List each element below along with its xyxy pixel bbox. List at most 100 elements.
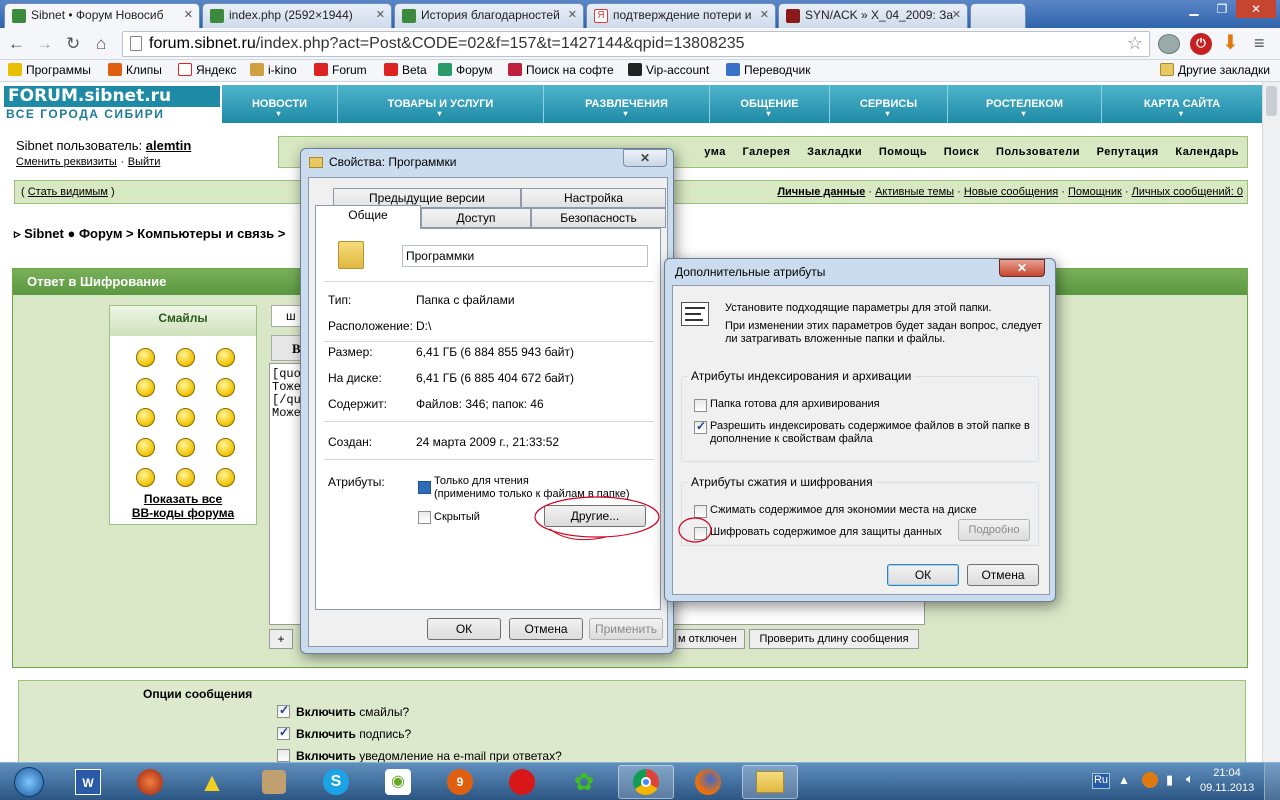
option-email[interactable]: Включить уведомление на e-mail при ответ… — [277, 749, 562, 762]
logout-link[interactable]: Выйти — [128, 156, 161, 168]
close-tab-icon[interactable]: ✕ — [952, 8, 961, 21]
menu-users[interactable]: Пользователи — [996, 146, 1080, 158]
signature-checkbox[interactable] — [277, 725, 290, 740]
browser-tab-5[interactable]: SYN/ACK » X_04_2009: За ✕ — [778, 3, 968, 28]
folder-name-input[interactable]: Программки — [402, 245, 648, 267]
smiley-icon[interactable] — [136, 468, 155, 487]
email-checkbox[interactable] — [277, 749, 290, 762]
new-messages-link[interactable]: Новые сообщения — [964, 186, 1058, 198]
back-icon[interactable]: ← — [8, 34, 25, 54]
browser-tab-3[interactable]: История благодарностей ✕ — [394, 3, 584, 28]
smiley-icon[interactable] — [176, 468, 195, 487]
advanced-ok-button[interactable]: ОК — [887, 564, 959, 586]
smiley-icon[interactable] — [216, 348, 235, 367]
adblock-icon[interactable]: ⏻ — [1190, 33, 1212, 55]
download-icon[interactable]: ⬇ — [1222, 30, 1239, 55]
bookmark-programs[interactable]: Программы — [8, 63, 91, 77]
clock[interactable]: 21:04 09.11.2013 — [1200, 766, 1254, 796]
compress-label[interactable]: Сжимать содержимое для экономии места на… — [710, 504, 977, 516]
bookmark-soft-search[interactable]: Поиск на софте — [508, 63, 614, 77]
close-tab-icon[interactable]: ✕ — [184, 8, 193, 21]
new-tab-button[interactable] — [970, 3, 1026, 28]
smiley-icon[interactable] — [136, 438, 155, 457]
nav-community[interactable]: ОБЩЕНИЕ — [710, 85, 830, 123]
properties-close-icon[interactable]: ✕ — [623, 149, 667, 167]
site-logo[interactable]: FORUM.sibnet.ru ВСЕ ГОРОДА СИБИРИ — [4, 86, 220, 126]
browser-tab-1[interactable]: Sibnet • Форум Новосиб ✕ — [4, 3, 200, 28]
page-scrollbar[interactable] — [1262, 82, 1280, 762]
advanced-close-icon[interactable]: ✕ — [999, 259, 1045, 277]
check-length-button[interactable]: Проверить длину сообщения — [749, 629, 919, 649]
private-messages-link[interactable]: Личных сообщений: 0 — [1132, 186, 1243, 198]
index-checkbox[interactable] — [694, 419, 707, 434]
smiley-icon[interactable] — [176, 378, 195, 397]
crumb-forum[interactable]: Форум — [79, 226, 122, 241]
bookmark-yandex[interactable]: Яндекс — [178, 63, 236, 77]
taskbar-wifi-app[interactable]: ◉ — [370, 765, 426, 799]
properties-apply-button[interactable]: Применить — [589, 618, 663, 640]
forward-icon[interactable]: → — [36, 34, 53, 54]
bookmark-clips[interactable]: Клипы — [108, 63, 162, 77]
menu-help[interactable]: Помощь — [879, 146, 927, 158]
smiley-icon[interactable] — [176, 348, 195, 367]
assistant-link[interactable]: Помощник — [1068, 186, 1122, 198]
tray-app-icon[interactable] — [1142, 772, 1158, 788]
tab-sharing[interactable]: Доступ — [421, 208, 531, 228]
minimize-icon[interactable]: ▁ — [1180, 0, 1208, 18]
taskbar-app3[interactable]: ▲ — [184, 765, 240, 799]
show-desktop-button[interactable] — [1264, 763, 1280, 800]
menu-icon[interactable]: ≡ — [1254, 33, 1265, 54]
smiley-icon[interactable] — [216, 468, 235, 487]
other-bookmarks[interactable]: Другие закладки — [1160, 63, 1270, 77]
browser-tab-2[interactable]: index.php (2592×1944) ✕ — [202, 3, 392, 28]
taskbar-app9[interactable]: 9 — [432, 765, 488, 799]
taskbar-app4[interactable] — [246, 765, 302, 799]
nav-goods[interactable]: ТОВАРЫ И УСЛУГИ — [338, 85, 544, 123]
network-icon[interactable]: ▮ — [1166, 772, 1173, 788]
nav-services[interactable]: СЕРВИСЫ — [830, 85, 948, 123]
browser-tab-4[interactable]: Яподтверждение потери и ✕ — [586, 3, 776, 28]
hidden-label[interactable]: Скрытый — [434, 511, 480, 523]
menu-calendar[interactable]: Календарь — [1175, 146, 1239, 158]
index-label[interactable]: Разрешить индексировать содержимое файло… — [710, 420, 1036, 446]
smiley-icon[interactable] — [216, 378, 235, 397]
counter-disabled-button[interactable]: м отключен — [675, 629, 745, 649]
restore-icon[interactable]: ❐ — [1208, 0, 1236, 18]
change-details-link[interactable]: Сменить реквизиты — [16, 156, 117, 168]
tab-general[interactable]: Общие — [315, 205, 421, 229]
tray-arrow-icon[interactable]: ▲ — [1118, 773, 1130, 787]
smiley-icon[interactable] — [176, 438, 195, 457]
start-button[interactable] — [2, 765, 56, 799]
smilies-checkbox[interactable] — [277, 703, 290, 718]
nav-entertainment[interactable]: РАЗВЛЕЧЕНИЯ — [544, 85, 710, 123]
taskbar-chrome[interactable] — [618, 765, 674, 799]
home-icon[interactable]: ⌂ — [96, 34, 106, 54]
properties-ok-button[interactable]: ОК — [427, 618, 501, 640]
nav-rostelecom[interactable]: РОСТЕЛЕКОМ — [948, 85, 1102, 123]
hidden-checkbox[interactable] — [418, 511, 431, 524]
taskbar-explorer[interactable] — [742, 765, 798, 799]
smiley-icon[interactable] — [216, 438, 235, 457]
option-signature[interactable]: Включить подпись? — [277, 725, 411, 741]
menu-search[interactable]: Поиск — [944, 146, 980, 158]
active-topics-link[interactable]: Активные темы — [875, 186, 954, 198]
bookmark-ikino[interactable]: i-kino — [250, 63, 297, 77]
taskbar-icq[interactable]: ✿ — [556, 765, 612, 799]
window-close-icon[interactable]: ✕ — [1236, 0, 1276, 18]
properties-cancel-button[interactable]: Отмена — [509, 618, 583, 640]
username-link[interactable]: alemtin — [146, 138, 192, 153]
close-tab-icon[interactable]: ✕ — [568, 8, 577, 21]
smiley-icon[interactable] — [176, 408, 195, 427]
smiley-icon[interactable] — [136, 408, 155, 427]
bookmark-forum[interactable]: Forum — [314, 63, 367, 77]
become-visible-link[interactable]: Стать видимым — [28, 186, 108, 198]
show-all-smilies-link[interactable]: Показать все — [144, 492, 222, 506]
taskbar-app-red[interactable] — [494, 765, 550, 799]
smiley-icon[interactable] — [136, 378, 155, 397]
crumb-sibnet[interactable]: Sibnet — [24, 226, 64, 241]
volume-icon[interactable]: 🔈︎ — [1186, 771, 1194, 787]
archive-label[interactable]: Папка готова для архивирования — [710, 398, 880, 410]
bookmark-vip[interactable]: Vip-account — [628, 63, 709, 77]
smiley-icon[interactable] — [136, 348, 155, 367]
taskbar-word[interactable]: W — [60, 765, 116, 799]
